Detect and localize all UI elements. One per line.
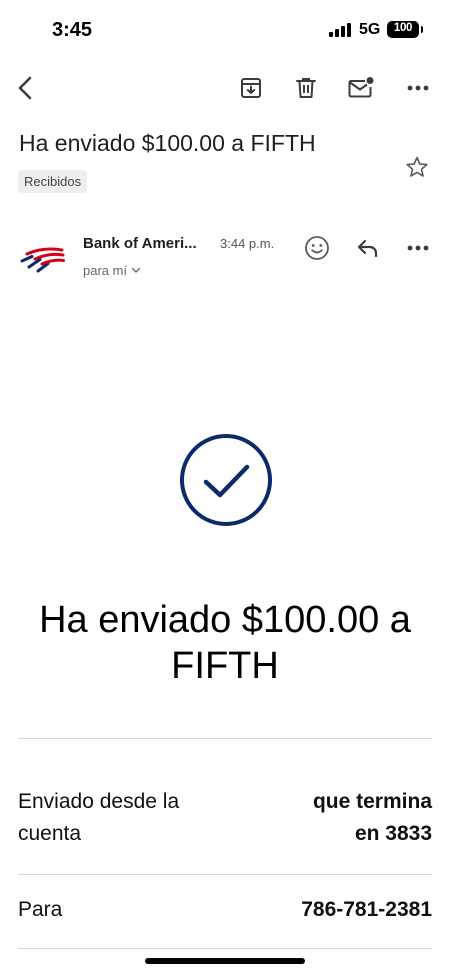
battery-level: 100 [393, 22, 413, 34]
divider [18, 738, 432, 739]
reply-icon [357, 239, 378, 258]
more-horizontal-icon [407, 245, 429, 251]
mark-unread-button[interactable] [343, 68, 379, 108]
trash-icon [296, 78, 316, 98]
archive-icon [241, 78, 261, 98]
delete-button[interactable] [288, 68, 324, 108]
battery-tip [421, 26, 423, 33]
network-type: 5G [359, 21, 381, 38]
detail-label-recipient: Para [18, 898, 63, 921]
back-button[interactable] [8, 68, 44, 108]
mail-unread-icon [348, 77, 374, 98]
status-bar: 3:45 5G 100 [0, 0, 450, 60]
label-chip[interactable]: Recibidos [18, 170, 88, 193]
detail-value-account: que termina en 3833 [312, 790, 432, 845]
headline-line-1: Ha enviado $100.00 a [39, 599, 411, 641]
signal-icon [329, 23, 353, 37]
archive-button[interactable] [233, 68, 269, 108]
headline-line-2: FIFTH [171, 645, 279, 687]
message-more-button[interactable] [403, 233, 433, 263]
home-indicator[interactable] [145, 958, 305, 964]
recipient-label: para mí [83, 263, 128, 278]
battery-icon: 100 [387, 21, 419, 38]
star-icon [406, 156, 428, 177]
detail-label-account: Enviado desde la cuenta [18, 790, 180, 845]
react-button[interactable] [302, 233, 332, 263]
reply-button[interactable] [353, 233, 383, 263]
email-time: 3:44 p.m. [220, 236, 275, 251]
more-horizontal-icon [407, 85, 429, 91]
star-button[interactable] [405, 155, 429, 179]
email-subject: Ha enviado $100.00 a FIFTH [19, 130, 316, 156]
chevron-left-icon [18, 76, 32, 100]
emoji-icon [305, 236, 329, 260]
detail-value-phone: 786-781-2381 [301, 898, 432, 921]
chevron-down-icon [131, 267, 141, 273]
checkmark-circle-icon [179, 433, 273, 527]
status-time: 3:45 [52, 19, 93, 41]
recipient-toggle[interactable]: para mí [83, 263, 141, 278]
bank-logo [18, 241, 66, 273]
divider [18, 948, 432, 949]
confirmation-headline: Ha enviado $100.00 a FIFTH [0, 597, 450, 689]
sender-name[interactable]: Bank of Ameri... [83, 235, 197, 252]
more-options-button[interactable] [400, 68, 436, 108]
email-toolbar [0, 68, 450, 108]
divider [18, 874, 432, 875]
